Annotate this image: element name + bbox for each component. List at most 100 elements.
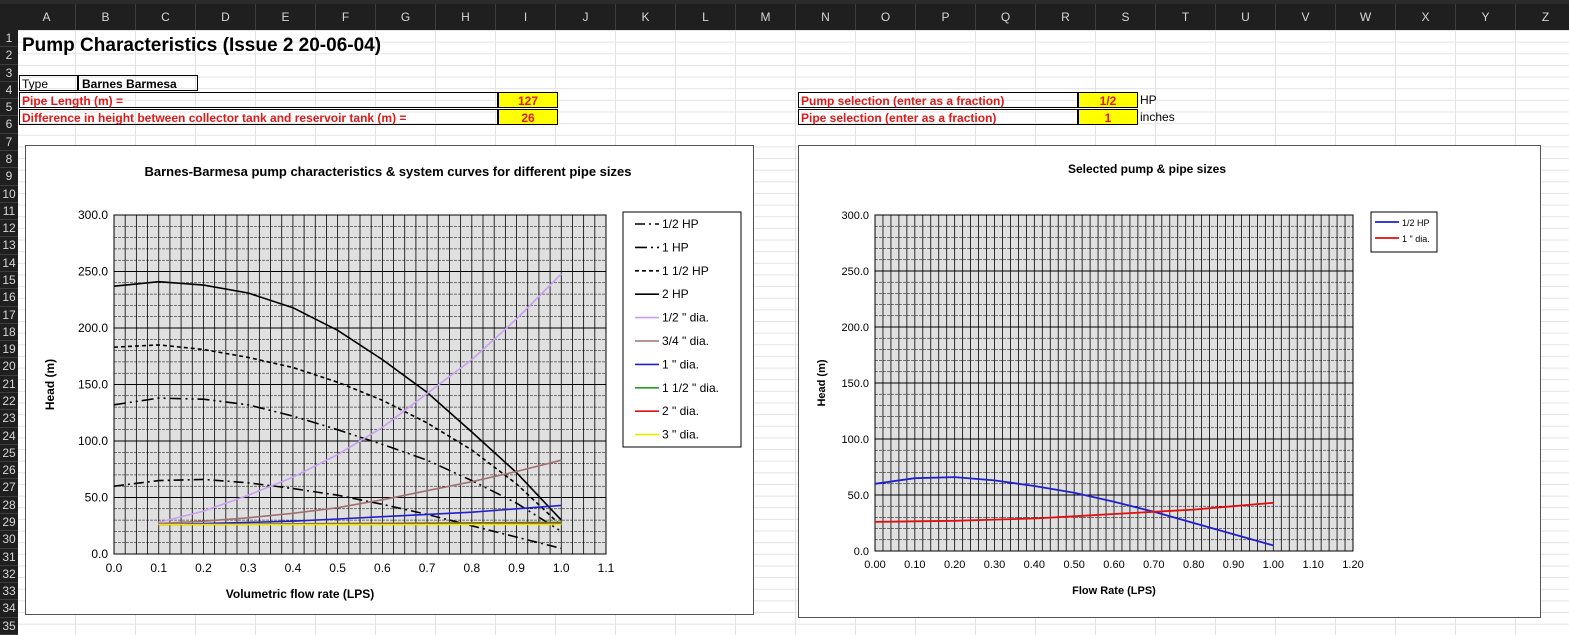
sheet-title: Pump Characteristics (Issue 2 20-06-04)	[22, 35, 382, 56]
x-tick-label: 0.70	[1143, 559, 1164, 571]
x-tick-label: 1.0	[553, 561, 570, 575]
column-header-f[interactable]: F	[316, 4, 376, 30]
column-header-g[interactable]: G	[376, 4, 436, 30]
x-tick-label: 0.40	[1024, 559, 1045, 571]
row-header-29[interactable]: 29	[0, 514, 18, 532]
row-header-35[interactable]: 35	[0, 617, 18, 635]
legend-label-0: 1/2 HP	[662, 217, 699, 231]
pipe-length-input[interactable]: 127	[498, 92, 558, 108]
column-header-u[interactable]: U	[1216, 4, 1276, 30]
x-tick-label: 0.30	[984, 559, 1005, 571]
row-header-20[interactable]: 20	[0, 358, 18, 376]
column-header-a[interactable]: A	[18, 4, 76, 30]
column-header-z[interactable]: Z	[1516, 4, 1569, 30]
x-tick-label: 0.5	[329, 561, 346, 575]
row-header-3[interactable]: 3	[0, 64, 18, 82]
legend-label-5: 3/4 " dia.	[662, 334, 709, 348]
column-header-k[interactable]: K	[616, 4, 676, 30]
selected-pump-pipe-chart[interactable]: Selected pump & pipe sizes 0.0 50.0 100.0 15…	[798, 145, 1541, 618]
row-header-15[interactable]: 15	[0, 272, 18, 290]
column-header-j[interactable]: J	[556, 4, 616, 30]
row-header-24[interactable]: 24	[0, 427, 18, 445]
x-tick-label: 0.4	[285, 561, 302, 575]
column-header-q[interactable]: Q	[976, 4, 1036, 30]
row-header-30[interactable]: 30	[0, 531, 18, 549]
row-header-2[interactable]: 2	[0, 47, 18, 65]
y-tick-label: 50.0	[85, 491, 109, 505]
row-header-7[interactable]: 7	[0, 133, 18, 151]
row-header-25[interactable]: 25	[0, 444, 18, 463]
pump-selection-unit: HP	[1140, 93, 1157, 107]
column-header-e[interactable]: E	[256, 4, 316, 30]
legend-label-7: 1 1/2 " dia.	[662, 381, 719, 395]
legend-label-8: 2 " dia.	[662, 404, 699, 418]
pump-characteristics-chart[interactable]: Barnes-Barmesa pump characteristics & sy…	[25, 145, 754, 615]
row-header-18[interactable]: 18	[0, 323, 18, 342]
row-header-12[interactable]: 12	[0, 220, 18, 238]
row-header-10[interactable]: 10	[0, 185, 18, 203]
row-header-11[interactable]: 11	[0, 202, 18, 221]
row-header-33[interactable]: 33	[0, 583, 18, 601]
pipe-selection-unit: inches	[1140, 110, 1175, 124]
x-tick-label: 0.3	[240, 561, 257, 575]
column-header-v[interactable]: V	[1276, 4, 1336, 30]
column-header-c[interactable]: C	[136, 4, 196, 30]
type-value[interactable]: Barnes Barmesa	[78, 75, 198, 91]
row-header-32[interactable]: 32	[0, 565, 18, 584]
x-tick-label: 0.6	[374, 561, 391, 575]
y-tick-label: 100.0	[78, 434, 108, 448]
row-header-8[interactable]: 8	[0, 151, 18, 169]
y-axis-label: Head (m)	[816, 359, 828, 406]
column-header-r[interactable]: R	[1036, 4, 1096, 30]
row-header-17[interactable]: 17	[0, 306, 18, 324]
column-header-o[interactable]: O	[856, 4, 916, 30]
column-header-n[interactable]: N	[796, 4, 856, 30]
chart-title: Barnes-Barmesa pump characteristics & sy…	[145, 164, 632, 179]
y-tick-label: 100.0	[841, 434, 869, 446]
y-tick-label: 300.0	[78, 208, 108, 222]
x-tick-label: 0.8	[463, 561, 480, 575]
column-header-s[interactable]: S	[1096, 4, 1156, 30]
row-header-19[interactable]: 19	[0, 341, 18, 359]
row-header-22[interactable]: 22	[0, 393, 18, 411]
row-header-5[interactable]: 5	[0, 99, 18, 117]
x-tick-label: 0.2	[195, 561, 212, 575]
pump-selection-input[interactable]: 1/2	[1078, 92, 1138, 108]
row-header-13[interactable]: 13	[0, 237, 18, 255]
x-tick-label: 0.80	[1183, 559, 1204, 571]
x-tick-label: 0.1	[150, 561, 167, 575]
column-header-b[interactable]: B	[76, 4, 136, 30]
column-header-t[interactable]: T	[1156, 4, 1216, 30]
column-header-l[interactable]: L	[676, 4, 736, 30]
row-header-9[interactable]: 9	[0, 168, 18, 186]
x-tick-label: 1.20	[1342, 559, 1363, 571]
pipe-length-label: Pipe Length (m) =	[19, 92, 498, 108]
row-header-21[interactable]: 21	[0, 375, 18, 393]
row-header-14[interactable]: 14	[0, 254, 18, 272]
column-header-i[interactable]: I	[496, 4, 556, 30]
column-header-y[interactable]: Y	[1456, 4, 1516, 30]
row-header-28[interactable]: 28	[0, 496, 18, 514]
row-header-6[interactable]: 6	[0, 116, 18, 134]
row-header-26[interactable]: 26	[0, 462, 18, 480]
column-header-x[interactable]: X	[1396, 4, 1456, 30]
column-header-w[interactable]: W	[1336, 4, 1396, 30]
legend-label-4: 1/2 " dia.	[662, 311, 709, 325]
column-header-p[interactable]: P	[916, 4, 976, 30]
legend-label-1: 1 HP	[662, 240, 689, 254]
row-header-4[interactable]: 4	[0, 81, 18, 100]
row-header-27[interactable]: 27	[0, 479, 18, 497]
row-header-34[interactable]: 34	[0, 600, 18, 618]
row-header-16[interactable]: 16	[0, 289, 18, 307]
height-diff-input[interactable]: 26	[498, 109, 558, 125]
column-header-m[interactable]: M	[736, 4, 796, 30]
column-header-d[interactable]: D	[196, 4, 256, 30]
row-header-23[interactable]: 23	[0, 410, 18, 428]
y-tick-label: 150.0	[78, 378, 108, 392]
row-header-31[interactable]: 31	[0, 548, 18, 566]
x-tick-label: 0.60	[1103, 559, 1124, 571]
row-header-1[interactable]: 1	[0, 30, 18, 48]
x-axis-label: Volumetric flow rate (LPS)	[226, 587, 374, 601]
pipe-selection-input[interactable]: 1	[1078, 109, 1138, 125]
column-header-h[interactable]: H	[436, 4, 496, 30]
